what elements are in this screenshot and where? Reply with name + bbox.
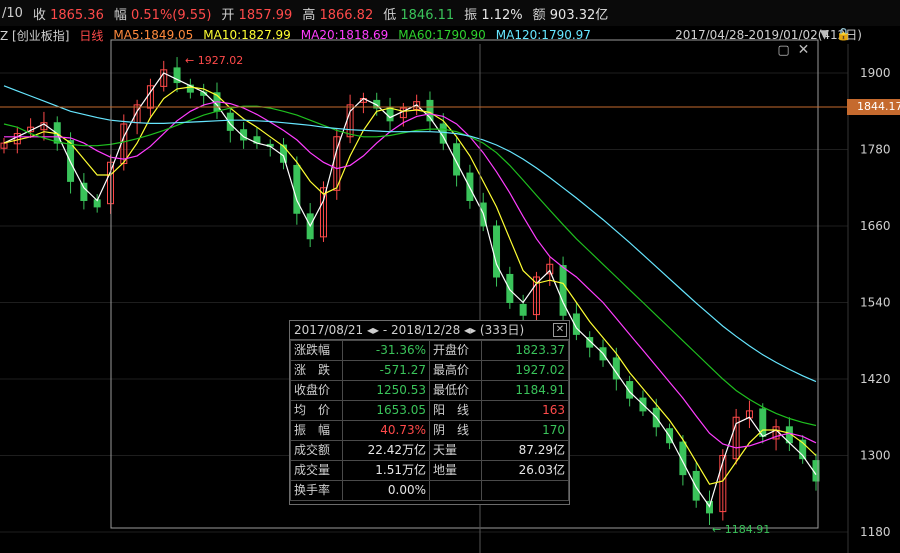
stats-key: 均 价 bbox=[290, 400, 343, 421]
y-tick-label: 1660 bbox=[860, 219, 891, 233]
current-price-tag: 1844.17 bbox=[847, 99, 900, 115]
y-axis: 1900 1780 1660 1540 1420 1300 1180 bbox=[860, 66, 891, 539]
y-tick-label: 1180 bbox=[860, 525, 891, 539]
stats-value: 1184.91 bbox=[480, 380, 570, 401]
stats-value: 1823.37 bbox=[480, 340, 570, 361]
prev-next-icon[interactable]: ◂▸ bbox=[367, 323, 379, 337]
stats-row: 成交量 1.51万亿 地量 26.03亿 bbox=[290, 460, 570, 481]
stats-row: 成交额 22.42万亿 天量 87.29亿 bbox=[290, 440, 570, 461]
low-annotation: ← 1184.91 bbox=[712, 523, 770, 536]
stats-table: 涨跌幅 -31.36% 开盘价 1823.37 涨 跌 -571.27 最高价 1927.02… bbox=[290, 340, 570, 501]
stats-key: 涨 跌 bbox=[290, 360, 343, 381]
stats-value: 1250.53 bbox=[341, 380, 431, 401]
high-annotation: ← 1927.02 bbox=[185, 54, 243, 67]
stats-key: 振 幅 bbox=[290, 420, 343, 441]
stats-row: 振 幅 40.73% 阴 线 170 bbox=[290, 420, 570, 441]
candle-body bbox=[506, 273, 514, 304]
close-icon[interactable]: ✕ bbox=[797, 43, 810, 57]
stats-key: 开盘价 bbox=[429, 340, 482, 361]
y-tick-label: 1780 bbox=[860, 143, 891, 157]
range-separator: - bbox=[382, 323, 388, 337]
candle-body bbox=[386, 106, 394, 122]
stats-row: 涨 跌 -571.27 最高价 1927.02 bbox=[290, 360, 570, 381]
candle-body bbox=[559, 265, 567, 316]
stats-key: 换手率 bbox=[290, 480, 343, 501]
candle-body bbox=[280, 144, 288, 163]
stats-row: 换手率 0.00% bbox=[290, 480, 570, 501]
stats-row: 收盘价 1250.53 最低价 1184.91 bbox=[290, 380, 570, 401]
stats-value: 22.42万亿 bbox=[341, 440, 431, 461]
candle-body bbox=[692, 470, 700, 501]
y-tick-label: 1900 bbox=[860, 66, 891, 80]
stats-value: 40.73% bbox=[341, 420, 431, 441]
stats-key: 阳 线 bbox=[429, 400, 482, 421]
maximize-icon[interactable]: ▢ bbox=[777, 44, 790, 57]
stats-key: 阴 线 bbox=[429, 420, 482, 441]
stats-close-icon[interactable]: ✕ bbox=[553, 323, 567, 337]
stats-value: 87.29亿 bbox=[480, 440, 570, 461]
stats-value: 0.00% bbox=[341, 480, 431, 501]
prev-next-icon-2[interactable]: ◂▸ bbox=[464, 323, 476, 337]
stats-value: 1927.02 bbox=[480, 360, 570, 381]
range-start: 2017/08/21 bbox=[294, 323, 364, 337]
stats-key: 最低价 bbox=[429, 380, 482, 401]
y-tick-label: 1420 bbox=[860, 372, 891, 386]
stats-row: 涨跌幅 -31.36% 开盘价 1823.37 bbox=[290, 340, 570, 361]
stats-value: 1.51万亿 bbox=[341, 460, 431, 481]
interval-stats-panel: 2017/08/21 ◂▸ - 2018/12/28 ◂▸ (333日) ✕ 涨… bbox=[289, 320, 570, 505]
stats-key: 最高价 bbox=[429, 360, 482, 381]
stats-value: 170 bbox=[480, 420, 570, 441]
stats-value: -31.36% bbox=[341, 340, 431, 361]
stats-header: 2017/08/21 ◂▸ - 2018/12/28 ◂▸ (333日) ✕ bbox=[290, 321, 569, 340]
candle-body bbox=[293, 164, 301, 214]
stats-key bbox=[429, 480, 482, 501]
stats-value: 1653.05 bbox=[341, 400, 431, 421]
stats-value: 26.03亿 bbox=[480, 460, 570, 481]
stats-key: 天量 bbox=[429, 440, 482, 461]
candle-body bbox=[519, 303, 527, 316]
range-end: 2018/12/28 bbox=[391, 323, 461, 337]
range-days: (333日) bbox=[479, 323, 525, 337]
stats-value: -571.27 bbox=[341, 360, 431, 381]
stats-key: 成交量 bbox=[290, 460, 343, 481]
y-tick-label: 1540 bbox=[860, 296, 891, 310]
y-tick-label: 1300 bbox=[860, 449, 891, 463]
candle-body bbox=[80, 182, 88, 202]
stats-key: 收盘价 bbox=[290, 380, 343, 401]
stats-value bbox=[480, 480, 570, 501]
stats-key: 成交额 bbox=[290, 440, 343, 461]
stats-row: 均 价 1653.05 阳 线 163 bbox=[290, 400, 570, 421]
stats-key: 涨跌幅 bbox=[290, 340, 343, 361]
stats-value: 163 bbox=[480, 400, 570, 421]
stats-key: 地量 bbox=[429, 460, 482, 481]
